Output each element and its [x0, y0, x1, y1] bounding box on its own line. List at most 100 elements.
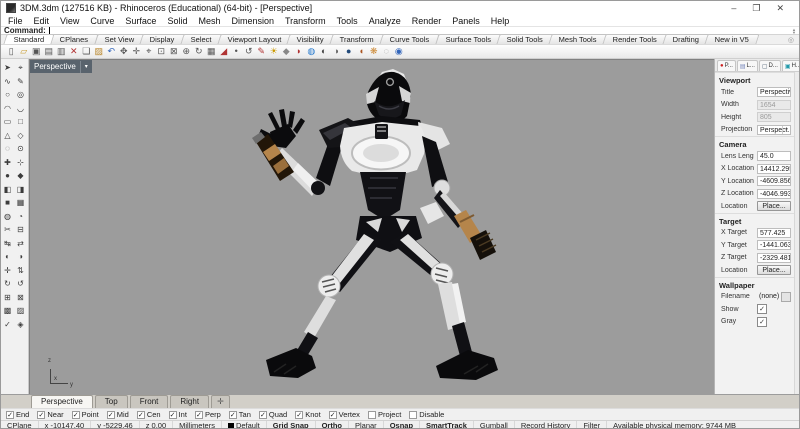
sidebar-tool-icon[interactable]: ◧: [1, 183, 14, 197]
property-value[interactable]: 805: [757, 112, 791, 123]
display-tab[interactable]: ▢ D...: [758, 60, 781, 71]
sidebar-tool-icon[interactable]: ⇅: [14, 264, 27, 278]
viewport-tab[interactable]: Right: [170, 395, 210, 408]
menu-item[interactable]: Analyze: [369, 16, 401, 26]
toolbar-tab[interactable]: Transform: [329, 34, 385, 44]
sidebar-tool-icon[interactable]: ✛: [1, 264, 14, 278]
sidebar-tool-icon[interactable]: ✂: [1, 223, 14, 237]
toolbar-tab[interactable]: Drafting: [662, 34, 710, 44]
osnap-toggle[interactable]: ✓ Int: [168, 410, 187, 419]
ghosted-mode-icon[interactable]: ◑: [330, 45, 343, 58]
osnap-checkbox[interactable]: ✓: [409, 410, 418, 419]
layers-tab[interactable]: ▤ L...: [736, 60, 758, 71]
property-value[interactable]: 577.425: [757, 227, 791, 238]
menu-item[interactable]: Curve: [90, 16, 114, 26]
osnap-checkbox[interactable]: ✓: [295, 410, 304, 419]
sidebar-tool-icon[interactable]: ◨: [14, 183, 27, 197]
osnap-checkbox[interactable]: ✓: [6, 410, 14, 419]
property-value[interactable]: -1441.063: [757, 240, 791, 251]
sidebar-tool-icon[interactable]: ✚: [1, 156, 14, 170]
toolbar-tab[interactable]: Visibility: [286, 34, 335, 44]
osnap-checkbox[interactable]: ✓: [328, 410, 337, 419]
sidebar-tool-icon[interactable]: ✎: [14, 75, 27, 89]
toolbar-tab[interactable]: Standard: [3, 34, 56, 44]
toolbar-tab[interactable]: Curve Tools: [379, 34, 441, 44]
render-icon[interactable]: ◍: [305, 45, 318, 58]
viewport-menu-chevron-icon[interactable]: ▾: [79, 60, 88, 73]
osnap-checkbox[interactable]: ✓: [71, 410, 80, 419]
menu-item[interactable]: Edit: [34, 16, 50, 26]
toolbar-tab[interactable]: Set View: [94, 34, 145, 44]
sidebar-tool-icon[interactable]: ◌: [1, 142, 14, 156]
copy-icon[interactable]: ❏: [80, 45, 93, 58]
osnap-toggle[interactable]: ✓ End: [6, 410, 29, 419]
status-pane[interactable]: Osnap: [384, 421, 421, 428]
viewport-tab[interactable]: Perspective: [31, 395, 93, 408]
zoom-selected-icon[interactable]: ⊕: [180, 45, 193, 58]
status-pane[interactable]: z 0.00: [140, 421, 174, 428]
sidebar-tool-icon[interactable]: ⊟: [14, 223, 27, 237]
sidebar-tool-icon[interactable]: △: [1, 129, 14, 143]
sidebar-tool-icon[interactable]: ▨: [14, 304, 27, 318]
property-value[interactable]: (none): [757, 291, 791, 302]
menu-item[interactable]: Transform: [285, 16, 326, 26]
osnap-toggle[interactable]: ✓ Vertex: [328, 410, 360, 419]
toolbar-tab[interactable]: Solid Tools: [496, 34, 554, 44]
menu-item[interactable]: File: [8, 16, 23, 26]
open-folder-icon[interactable]: ▱: [18, 45, 31, 58]
status-pane[interactable]: Grid Snap: [267, 421, 316, 428]
delete-icon[interactable]: ✕: [68, 45, 81, 58]
properties-tab[interactable]: ● P...: [717, 60, 736, 71]
sidebar-tool-icon[interactable]: ◠: [1, 102, 14, 116]
osnap-checkbox[interactable]: ✓: [168, 410, 177, 419]
sidebar-tool-icon[interactable]: ◇: [14, 129, 27, 143]
move-icon[interactable]: ✛: [130, 45, 143, 58]
shaded-mode-icon[interactable]: ◐: [318, 45, 331, 58]
toolbar-tab[interactable]: Mesh Tools: [548, 34, 608, 44]
annotate-icon[interactable]: ✎: [255, 45, 268, 58]
status-pane[interactable]: Record History: [515, 421, 578, 428]
property-value[interactable]: 45.0: [757, 151, 791, 162]
minimize-button[interactable]: –: [731, 3, 736, 14]
status-pane[interactable]: SmartTrack: [420, 421, 474, 428]
help-icon[interactable]: ◉: [393, 45, 406, 58]
osnap-checkbox[interactable]: ✓: [37, 410, 46, 419]
lightbulb-icon[interactable]: ☀: [268, 45, 281, 58]
paste-icon[interactable]: ▨: [93, 45, 106, 58]
environment-icon[interactable]: ◌: [380, 45, 393, 58]
sidebar-tool-icon[interactable]: ⊠: [14, 291, 27, 305]
sidebar-tool-icon[interactable]: ↺: [14, 277, 27, 291]
sidebar-tool-icon[interactable]: ▩: [1, 304, 14, 318]
sidebar-tool-icon[interactable]: ➤: [1, 61, 14, 75]
osnap-toggle[interactable]: ✓ Tan: [228, 410, 251, 419]
rendered-mode-icon[interactable]: ●: [343, 45, 356, 58]
menu-item[interactable]: Panels: [452, 16, 480, 26]
sidebar-tool-icon[interactable]: ▦: [14, 196, 27, 210]
toolbar-options-icon[interactable]: ◎: [788, 36, 794, 44]
osnap-toggle[interactable]: ✓ Disable: [409, 410, 444, 419]
menu-item[interactable]: Render: [412, 16, 442, 26]
sidebar-tool-icon[interactable]: ●: [1, 169, 14, 183]
osnap-checkbox[interactable]: ✓: [258, 410, 267, 419]
sidebar-tool-icon[interactable]: ⌖: [14, 61, 27, 75]
maximize-button[interactable]: ❐: [752, 3, 760, 14]
menu-item[interactable]: Surface: [125, 16, 156, 26]
osnap-checkbox[interactable]: ✓: [106, 410, 115, 419]
perspective-viewport[interactable]: Perspective ▾ z y x: [29, 59, 714, 394]
sidebar-tool-icon[interactable]: ○: [1, 88, 14, 102]
menu-item[interactable]: Help: [491, 16, 510, 26]
property-value[interactable]: 14412.295: [757, 163, 791, 174]
menu-item[interactable]: Tools: [337, 16, 358, 26]
sidebar-tool-icon[interactable]: ◑: [14, 250, 27, 264]
toolbar-tab[interactable]: Select: [180, 34, 223, 44]
sidebar-tool-icon[interactable]: ◐: [1, 250, 14, 264]
property-value[interactable]: ✓: [757, 304, 767, 315]
property-value[interactable]: 1654: [757, 99, 791, 110]
layer-state-icon[interactable]: ◗: [293, 45, 306, 58]
osnap-checkbox[interactable]: ✓: [228, 410, 237, 419]
status-pane[interactable]: Filter: [577, 421, 608, 428]
osnap-toggle[interactable]: ✓ Perp: [194, 410, 221, 419]
toolbar-tab[interactable]: New in V5: [704, 34, 761, 44]
osnap-point-icon[interactable]: •: [230, 45, 243, 58]
sidebar-tool-icon[interactable]: ◡: [14, 102, 27, 116]
